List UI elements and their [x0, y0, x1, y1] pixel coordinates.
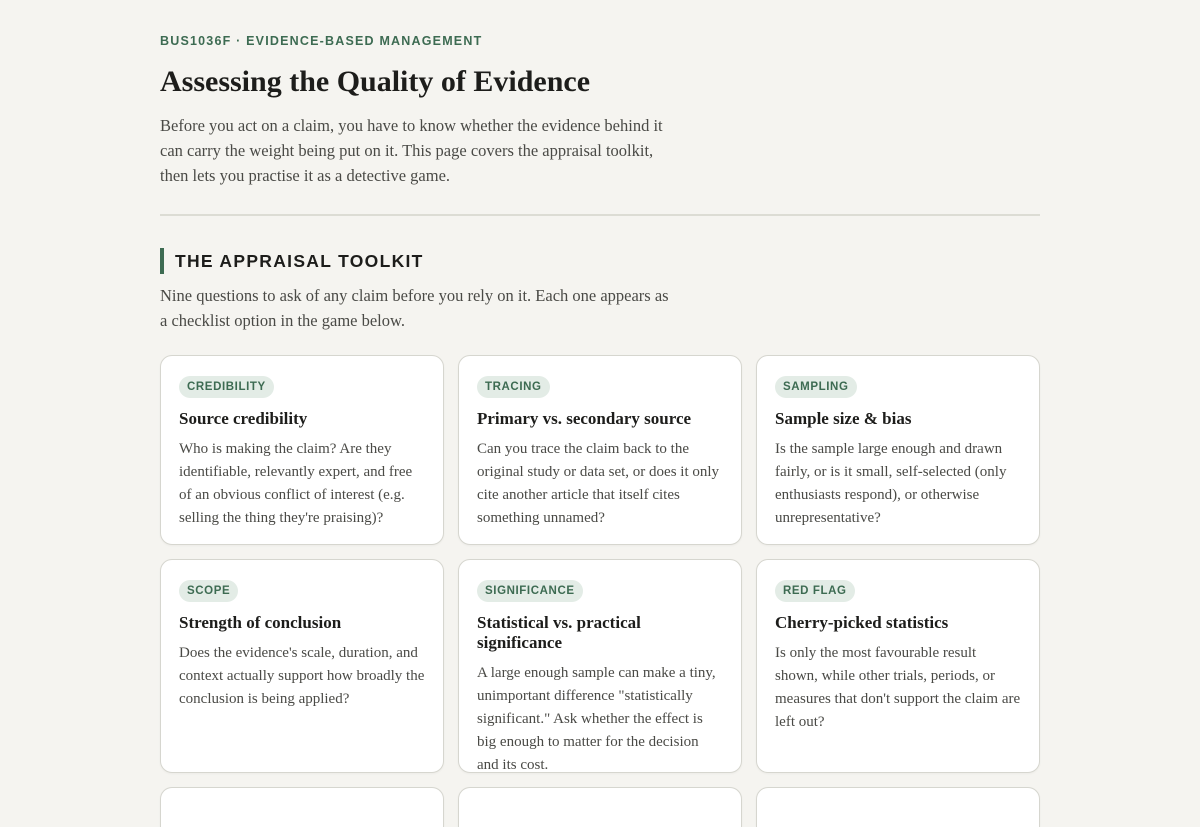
section-accent-bar [160, 248, 164, 274]
toolkit-card-significance: SIGNIFICANCE Statistical vs. practical s… [458, 559, 742, 773]
toolkit-card-grid-row2: SCOPE Strength of conclusion Does the ev… [160, 559, 1040, 773]
toolkit-card-grid-row3 [160, 787, 1040, 827]
card-title: Cherry-picked statistics [775, 613, 949, 632]
card-tag: TRACING [477, 376, 550, 398]
toolkit-description: Nine questions to ask of any claim befor… [160, 286, 669, 330]
course-eyebrow: BUS1036F · EVIDENCE-BASED MANAGEMENT [160, 34, 483, 48]
card-title: Statistical vs. practical significance [477, 613, 641, 652]
page-title: Assessing the Quality of Evidence [160, 65, 591, 98]
card-title: Source credibility [179, 409, 308, 428]
toolkit-card-credibility: CREDIBILITY Source credibility Who is ma… [160, 355, 444, 545]
card-tag: SAMPLING [775, 376, 857, 398]
toolkit-card-partial [160, 787, 444, 827]
toolkit-card-red-flag: RED FLAG Cherry-picked statistics Is onl… [756, 559, 1040, 773]
card-tag: RED FLAG [775, 580, 855, 602]
card-title: Sample size & bias [775, 409, 912, 428]
card-text: Is only the most favourable result shown… [775, 645, 1021, 730]
page-intro: Before you act on a claim, you have to k… [160, 116, 663, 185]
toolkit-section-header: THE APPRAISAL TOOLKIT [160, 248, 1040, 274]
toolkit-card-tracing: TRACING Primary vs. secondary source Can… [458, 355, 742, 545]
toolkit-card-grid: CREDIBILITY Source credibility Who is ma… [160, 355, 1040, 545]
toolkit-card-partial [756, 787, 1040, 827]
page-content: BUS1036F · EVIDENCE-BASED MANAGEMENT Ass… [160, 0, 1040, 827]
card-tag: SIGNIFICANCE [477, 580, 583, 602]
toolkit-heading: THE APPRAISAL TOOLKIT [175, 250, 424, 271]
toolkit-card-scope: SCOPE Strength of conclusion Does the ev… [160, 559, 444, 773]
card-tag: CREDIBILITY [179, 376, 274, 398]
toolkit-card-sampling: SAMPLING Sample size & bias Is the sampl… [756, 355, 1040, 545]
card-text: A large enough sample can make a tiny, u… [477, 665, 716, 773]
card-text: Does the evidence's scale, duration, and… [179, 645, 425, 707]
card-text: Who is making the claim? Are they identi… [179, 441, 413, 526]
toolkit-card-partial [458, 787, 742, 827]
card-text: Can you trace the claim back to the orig… [477, 441, 720, 526]
card-title: Strength of conclusion [179, 613, 342, 632]
section-divider [160, 214, 1040, 216]
card-tag: SCOPE [179, 580, 239, 602]
card-title: Primary vs. secondary source [477, 409, 692, 428]
card-text: Is the sample large enough and drawn fai… [775, 441, 1007, 526]
